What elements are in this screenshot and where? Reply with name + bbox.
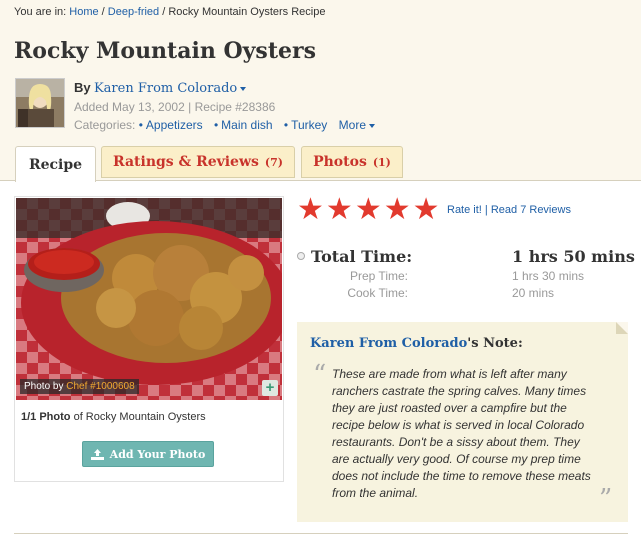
chevron-down-icon[interactable]	[240, 86, 247, 91]
photo-caption-text: of Rocky Mountain Oysters	[73, 411, 206, 423]
meta-divider: |	[188, 100, 192, 114]
prep-time-value: 1 hrs 30 mins	[512, 269, 585, 283]
breadcrumb-category-link[interactable]: Deep-fried	[108, 6, 159, 18]
more-label: More	[338, 118, 366, 132]
photo-counter: 1/1 Photo	[21, 411, 71, 423]
breadcrumb-prefix: You are in:	[14, 6, 67, 18]
breadcrumb: You are in: Home / Deep-fried / Rocky Mo…	[14, 6, 325, 18]
tabs-divider	[0, 180, 641, 181]
cook-time-label: Cook Time:	[347, 286, 408, 300]
categories-line: Categories: • Appetizers • Main dish • Turk…	[74, 116, 383, 134]
note-author-link[interactable]: Karen From Colorado	[310, 336, 467, 351]
recipe-meta: By Karen From Colorado Added May 13, 200…	[74, 79, 383, 134]
open-quote-icon: “	[313, 360, 327, 390]
photo-caption: 1/1 Photo of Rocky Mountain Oysters	[21, 411, 206, 423]
tab-photos[interactable]: Photos (1)	[301, 146, 403, 178]
breadcrumb-separator: /	[101, 6, 105, 18]
add-photo-plus-icon[interactable]: +	[262, 380, 278, 396]
clock-icon	[297, 252, 305, 260]
recipe-photo-image	[16, 198, 282, 400]
note-text: These are made from what is left after m…	[332, 367, 591, 500]
chevron-down-icon	[369, 123, 375, 128]
tab-label: Recipe	[28, 156, 83, 173]
prep-time-label: Prep Time:	[349, 269, 408, 283]
note-suffix: 's Note:	[467, 336, 523, 351]
tab-recipe[interactable]: Recipe	[15, 146, 96, 182]
rating-divider: |	[484, 204, 488, 216]
category-link-turkey[interactable]: Turkey	[291, 118, 327, 132]
tab-count: (7)	[264, 155, 283, 169]
star-icon: ★	[383, 193, 411, 226]
tab-label: Ratings & Reviews	[113, 154, 259, 170]
author-note: Karen From Colorado's Note: “ These are …	[297, 322, 628, 522]
tab-label: Photos	[313, 154, 367, 170]
note-heading: Karen From Colorado's Note:	[310, 336, 523, 351]
add-your-photo-button[interactable]: Add Your Photo	[82, 441, 214, 467]
page-fold-icon	[616, 322, 628, 334]
total-time-label: Total Time:	[311, 247, 413, 266]
rating-links: Rate it! | Read 7 Reviews	[447, 204, 571, 216]
upload-icon	[90, 448, 104, 460]
cook-time-value: 20 mins	[512, 286, 555, 300]
section-divider	[14, 533, 628, 534]
star-icon: ★	[412, 193, 440, 226]
avatar-image	[16, 79, 64, 127]
categories-label: Categories:	[74, 118, 136, 132]
added-line: Added May 13, 2002 | Recipe #28386	[74, 98, 383, 116]
read-reviews-link[interactable]: Read 7 Reviews	[491, 204, 571, 216]
bullet-icon: •	[138, 118, 143, 132]
star-icon: ★	[297, 193, 324, 226]
by-label: By	[74, 80, 91, 95]
author-avatar[interactable]	[15, 78, 65, 128]
categories-more-link[interactable]: More	[339, 118, 375, 132]
breadcrumb-current: Rocky Mountain Oysters Recipe	[168, 6, 326, 18]
tab-count: (1)	[372, 155, 391, 169]
star-icon: ★	[354, 193, 382, 226]
rating-stars[interactable]: ★ ★ ★ ★ ★	[297, 193, 440, 226]
total-time-value: 1 hrs 50 mins	[512, 247, 635, 266]
breadcrumb-home-link[interactable]: Home	[69, 6, 98, 18]
author-link[interactable]: Karen From Colorado	[94, 81, 237, 96]
breadcrumb-separator: /	[162, 6, 166, 18]
author-line: By Karen From Colorado	[74, 79, 383, 98]
credit-user-link[interactable]: Chef #1000608	[66, 381, 134, 392]
bullet-icon: •	[283, 118, 289, 132]
bullet-icon: •	[213, 118, 219, 132]
recipe-photo[interactable]: Photo by Chef #1000608 +	[16, 198, 282, 400]
added-date: Added May 13, 2002	[74, 100, 185, 114]
category-link-appetizers[interactable]: Appetizers	[146, 118, 203, 132]
photo-panel: Photo by Chef #1000608 + 1/1 Photo of Ro…	[14, 196, 284, 482]
category-link-main-dish[interactable]: Main dish	[221, 118, 272, 132]
tab-ratings-reviews[interactable]: Ratings & Reviews (7)	[101, 146, 295, 178]
credit-prefix: Photo by	[24, 381, 64, 392]
close-quote-icon: ”	[599, 484, 613, 514]
add-photo-label: Add Your Photo	[109, 447, 206, 461]
star-icon: ★	[325, 193, 353, 226]
rate-it-link[interactable]: Rate it!	[447, 204, 482, 216]
photo-credit: Photo by Chef #1000608	[20, 379, 139, 394]
recipe-number: Recipe #28386	[194, 100, 276, 114]
page-title: Rocky Mountain Oysters	[14, 38, 316, 64]
